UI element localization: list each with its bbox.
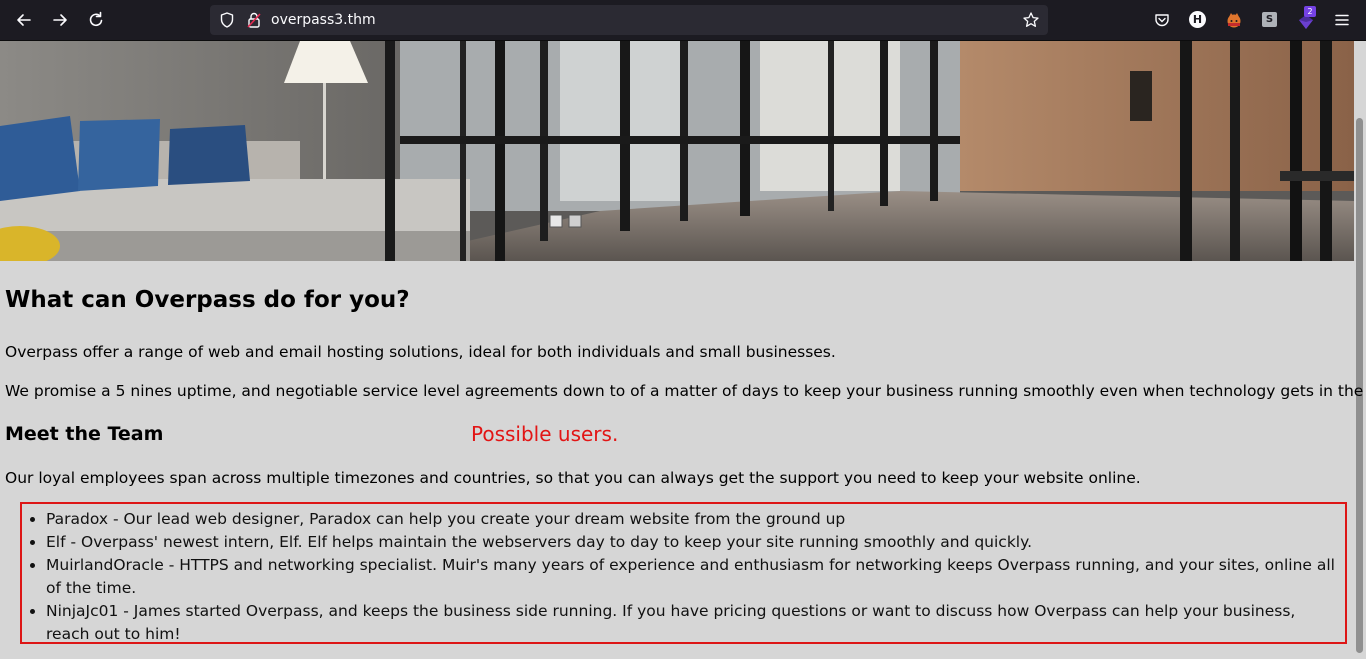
arrow-left-icon [17, 14, 31, 26]
carousel-indicator-1[interactable] [550, 215, 562, 227]
bookmark-star-icon[interactable] [1022, 11, 1040, 29]
insecure-lock-icon[interactable] [246, 11, 262, 29]
team-member-ninjajc01: NinjaJc01 - James started Overpass, and … [46, 600, 1343, 646]
team-member-elf: Elf - Overpass' newest intern, Elf. Elf … [46, 531, 1343, 554]
address-bar[interactable]: overpass3.thm [210, 5, 1048, 35]
team-member-muirlandoracle: MuirlandOracle - HTTPS and networking sp… [46, 554, 1343, 600]
services-heading: What can Overpass do for you? [5, 287, 410, 313]
possible-users-annotation: Possible users. [471, 422, 619, 446]
team-intro-paragraph: Our loyal employees span across multiple… [5, 469, 1141, 487]
browser-toolbar: overpass3.thm H S 2 [0, 0, 1366, 41]
possible-users-highlight-box: Paradox - Our lead web designer, Paradox… [20, 502, 1347, 644]
shield-icon[interactable] [218, 11, 236, 29]
back-button[interactable] [14, 10, 34, 30]
extension-h-icon[interactable]: H [1189, 11, 1206, 28]
team-member-list: Paradox - Our lead web designer, Paradox… [22, 508, 1343, 646]
extension-s-icon[interactable]: S [1262, 12, 1277, 27]
foxyproxy-icon[interactable] [1225, 11, 1243, 29]
pocket-icon[interactable] [1153, 11, 1171, 29]
reload-button[interactable] [86, 10, 106, 30]
carousel-indicator-2[interactable] [569, 215, 581, 227]
team-member-paradox: Paradox - Our lead web designer, Paradox… [46, 508, 1343, 531]
office-hero-image [0, 41, 1354, 261]
team-heading: Meet the Team [5, 423, 164, 445]
intro-paragraph-2: We promise a 5 nines uptime, and negotia… [5, 382, 1366, 400]
forward-button[interactable] [50, 10, 70, 30]
extension-badge-count: 2 [1304, 6, 1316, 17]
url-text[interactable]: overpass3.thm [271, 12, 376, 28]
menu-icon[interactable] [1333, 11, 1351, 29]
intro-paragraph-1: Overpass offer a range of web and email … [5, 343, 836, 361]
reload-icon [89, 11, 103, 27]
arrow-right-icon [53, 14, 67, 26]
